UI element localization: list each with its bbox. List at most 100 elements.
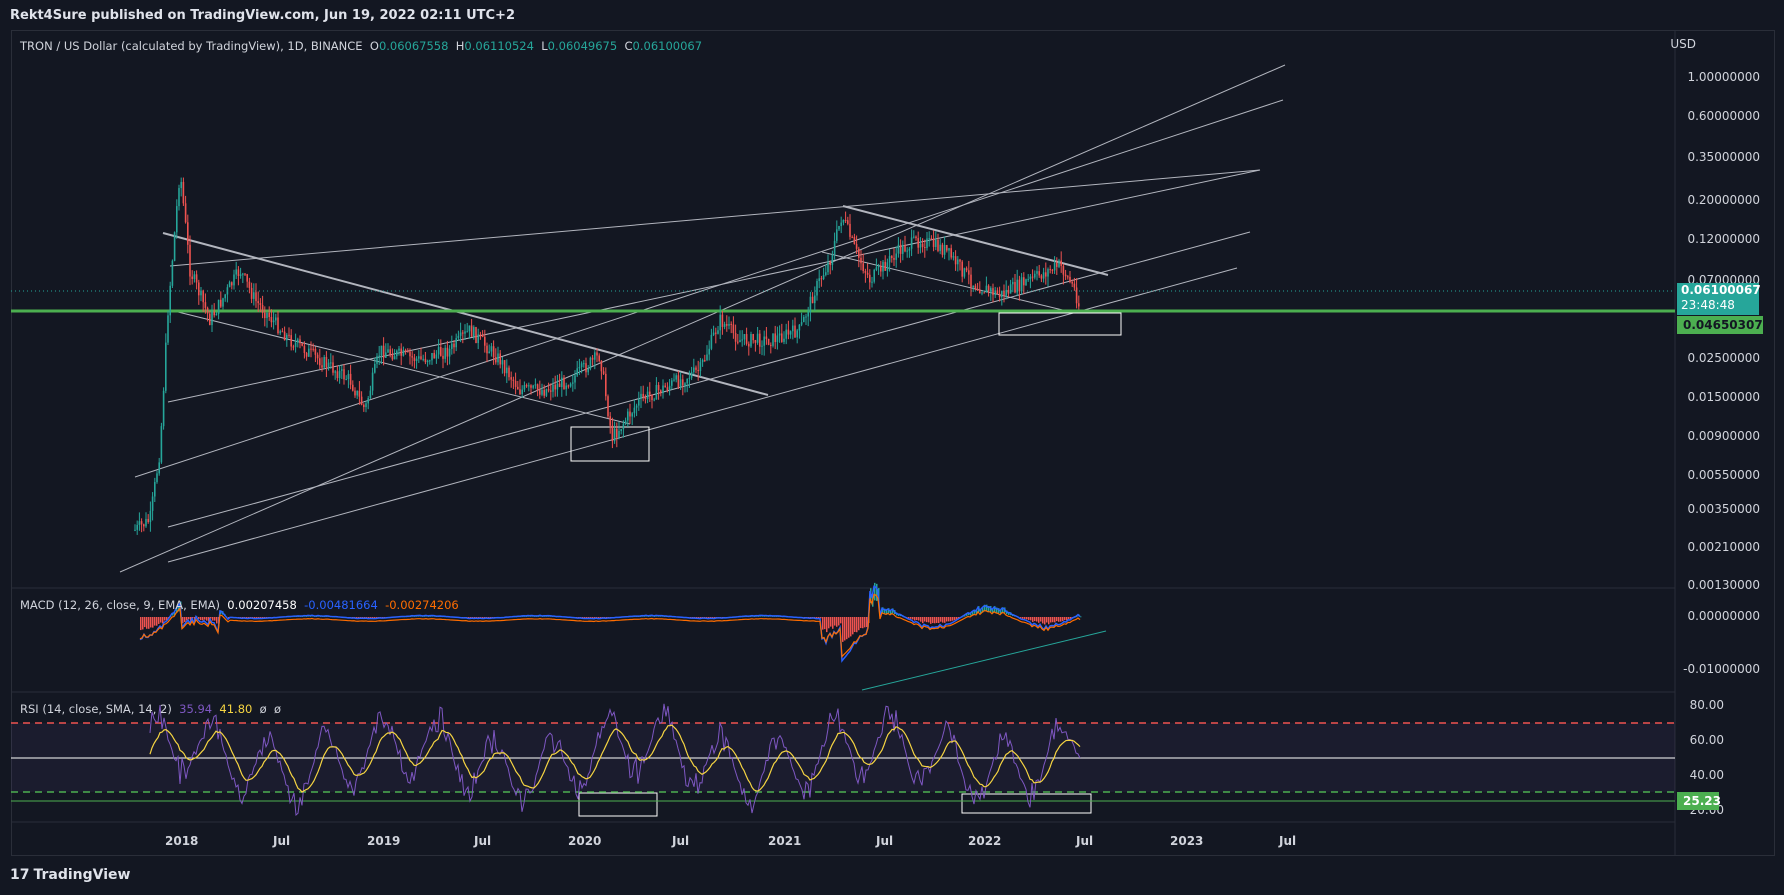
macd-legend[interactable]: MACD (12, 26, close, 9, EMA, EMA) 0.0020… xyxy=(20,598,459,612)
macd-tick: -0.01000000 xyxy=(1683,662,1760,676)
macd-histogram-bar xyxy=(936,617,938,623)
candle-body xyxy=(743,334,746,340)
highlight-box-rsi-2022[interactable] xyxy=(961,793,1092,814)
candle-body xyxy=(1075,287,1078,304)
macd-value-2: -0.00481664 xyxy=(304,598,378,612)
candle-body xyxy=(776,335,779,343)
macd-histogram-bar xyxy=(922,617,924,624)
candle-body xyxy=(935,239,937,247)
candle-body xyxy=(785,329,787,339)
macd-histogram-bar xyxy=(866,617,868,628)
candle-body xyxy=(530,385,532,388)
candle-body xyxy=(660,390,662,394)
channel-line-2 xyxy=(134,99,1284,478)
candle-body xyxy=(314,348,317,355)
candle-body xyxy=(891,256,893,258)
candle-body xyxy=(1025,279,1027,286)
candle-body xyxy=(308,348,310,357)
candle-body xyxy=(149,510,152,523)
candle-body xyxy=(864,271,867,273)
candle-body xyxy=(182,181,185,204)
macd-histogram-bar xyxy=(920,617,922,622)
footer-brand[interactable]: 17 TradingView xyxy=(10,867,130,883)
candle-body xyxy=(275,317,277,321)
candle-body xyxy=(765,336,768,339)
rsi-legend[interactable]: RSI (14, close, SMA, 14, 2) 35.94 41.80 … xyxy=(20,702,281,716)
price-tick: 0.02500000 xyxy=(1687,351,1760,365)
candle-body xyxy=(809,296,812,313)
candle-body xyxy=(591,357,594,360)
price-tick: 0.60000000 xyxy=(1687,109,1760,123)
candle-body xyxy=(492,346,495,358)
candle-body xyxy=(413,357,416,362)
chart-canvas[interactable] xyxy=(0,0,1784,895)
tradingview-logo-icon: 17 xyxy=(10,867,30,883)
candle-body xyxy=(385,352,387,358)
macd-histogram-bar xyxy=(934,617,936,624)
macd-histogram-bar xyxy=(204,617,206,620)
candle-body xyxy=(176,206,178,233)
time-tick: 2019 xyxy=(367,834,401,848)
candle-body xyxy=(915,236,917,239)
candle-body xyxy=(211,311,213,326)
candle-body xyxy=(574,375,576,383)
candle-body xyxy=(220,299,222,307)
candle-body xyxy=(818,278,820,282)
candle-body xyxy=(1067,276,1069,278)
candle-body xyxy=(389,349,391,355)
trend-lines[interactable] xyxy=(119,64,1286,573)
candle-body xyxy=(662,385,664,394)
candle-body xyxy=(917,238,919,248)
candle-body xyxy=(1005,289,1007,296)
highlight-box-rsi-2020[interactable] xyxy=(578,792,658,817)
candle-body xyxy=(822,275,825,280)
macd-trend-line[interactable] xyxy=(861,630,1107,691)
macd-histogram-bar xyxy=(948,617,950,622)
candle-body xyxy=(261,304,264,313)
candle-body xyxy=(668,385,671,391)
candle-body xyxy=(297,339,299,343)
candle-body xyxy=(360,396,363,405)
candle-body xyxy=(712,332,715,335)
macd-histogram-bar xyxy=(1050,617,1052,623)
descending-line-2 xyxy=(169,309,631,425)
candle-body xyxy=(996,290,999,294)
candle-body xyxy=(928,238,930,240)
macd-histogram-bar xyxy=(830,617,832,627)
candle-body xyxy=(844,220,847,222)
candle-body xyxy=(189,244,191,277)
candle-body xyxy=(741,339,743,341)
candle-body xyxy=(715,332,717,334)
candle-body xyxy=(475,327,477,343)
candle-body xyxy=(572,382,574,384)
candle-body xyxy=(675,375,677,380)
candle-body xyxy=(396,350,398,357)
candle-body xyxy=(239,274,242,277)
candle-body xyxy=(750,333,752,347)
candle-body xyxy=(679,379,682,388)
candle-body xyxy=(578,367,581,369)
candle-body xyxy=(627,411,629,421)
candle-body xyxy=(946,244,948,251)
candle-body xyxy=(886,262,889,271)
macd-histogram-bar xyxy=(152,617,154,628)
macd-histogram-bar xyxy=(1036,617,1038,622)
macd-indicator[interactable] xyxy=(139,582,1082,663)
candle-body xyxy=(1014,282,1016,293)
candle-body xyxy=(525,385,528,387)
candle-body xyxy=(279,331,281,334)
candle-body xyxy=(481,335,484,337)
symbol-legend[interactable]: TRON / US Dollar (calculated by TradingV… xyxy=(20,39,702,53)
candle-body xyxy=(937,239,939,251)
macd-histogram-bar xyxy=(840,617,842,624)
candle-body xyxy=(325,357,328,368)
macd-histogram-bar xyxy=(916,617,918,621)
price-tick: 0.12000000 xyxy=(1687,232,1760,246)
macd-histogram-bar xyxy=(856,617,858,633)
candle-body xyxy=(957,259,959,265)
candle-body xyxy=(987,285,990,292)
candle-body xyxy=(798,324,801,331)
candle-body xyxy=(561,377,563,388)
price-tick: 0.00900000 xyxy=(1687,429,1760,443)
macd-histogram-bar xyxy=(932,617,934,624)
